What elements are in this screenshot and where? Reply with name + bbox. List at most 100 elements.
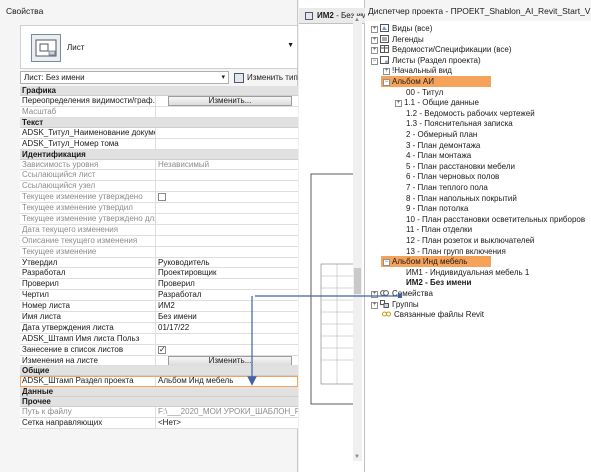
vertical-scrollbar[interactable]: ▲ ▼ (353, 16, 362, 461)
tree-node[interactable]: + Группы (371, 299, 419, 310)
property-row[interactable]: Занесение в список листов (20, 344, 298, 356)
tree-node[interactable]: 11 - План отделки (395, 224, 472, 235)
property-value[interactable] (156, 334, 298, 344)
property-row[interactable]: Текущее изменение утверждено (20, 192, 298, 204)
tree-node[interactable]: + Семейства (371, 288, 433, 299)
collapse-icon[interactable]: − (383, 259, 390, 267)
property-row[interactable]: Проверил Проверил (20, 279, 298, 291)
property-row[interactable]: Разработал Проектировщик (20, 268, 298, 280)
property-value (156, 225, 298, 235)
property-row[interactable]: Зависимость уровня Независимый (20, 159, 298, 171)
property-group-header[interactable]: Данные (20, 387, 298, 398)
tree-node[interactable]: 10 - План расстановки осветительных приб… (395, 214, 585, 225)
property-value[interactable]: Проектировщик (156, 268, 298, 278)
property-value[interactable]: Альбом Инд мебель (156, 376, 298, 386)
property-name: Изменения на листе (20, 355, 156, 366)
property-row[interactable]: ADSK_Штамп Раздел проекта Альбом Инд мебе… (20, 376, 298, 388)
expand-icon[interactable]: + (371, 36, 378, 44)
scroll-up-icon[interactable]: ▲ (354, 17, 360, 23)
property-name: Дата утверждения листа (20, 322, 156, 333)
tree-node[interactable]: +1.1 - Общие данные (395, 97, 479, 108)
property-row[interactable]: Текущее изменение утверждено для (20, 214, 298, 225)
tree-node[interactable]: Связанные файлы Revit (371, 309, 484, 320)
tree-node[interactable]: 1.3 - Пояснительная записка (395, 118, 513, 129)
tree-node[interactable]: + Легенды (371, 34, 424, 45)
property-row[interactable]: Описание текущего изменения (20, 235, 298, 247)
tree-node[interactable]: 6 - План черновых полов (395, 171, 499, 182)
property-group-header[interactable]: Графика (20, 86, 298, 96)
property-row[interactable]: Ссылающийся лист (20, 170, 298, 182)
expand-icon[interactable]: + (371, 301, 378, 309)
tree-node[interactable]: + Ведомости/Спецификации (все) (371, 44, 512, 55)
scroll-thumb[interactable] (354, 268, 361, 294)
property-row[interactable]: Дата текущего изменения (20, 224, 298, 236)
edit-type-button[interactable]: Изменить тип (234, 72, 298, 83)
tree-node[interactable]: 1.2 - Ведомость рабочих чертежей (395, 108, 535, 119)
expand-icon[interactable]: + (371, 291, 378, 298)
property-row[interactable]: Имя листа Без имени (20, 312, 298, 323)
property-row[interactable]: Переопределения видимости/граф... Изменит… (20, 96, 298, 107)
chevron-down-icon[interactable]: ▼ (287, 42, 294, 49)
property-value[interactable] (156, 128, 298, 138)
property-group-header[interactable]: Общие (20, 366, 298, 377)
tree-node[interactable]: − Листы (Раздел проекта) (371, 55, 481, 66)
property-row[interactable]: ADSK_Титул_Номер тома (20, 138, 298, 150)
property-row[interactable]: Чертил Разработал (20, 290, 298, 302)
sheets-icon (380, 55, 389, 64)
property-group-header[interactable]: Текст (20, 117, 298, 128)
tree-node[interactable]: 9 - План потолка (395, 203, 468, 214)
tree-node[interactable]: ИМ2 - Без имени (395, 277, 471, 288)
expand-icon[interactable]: + (371, 26, 378, 33)
property-row[interactable]: Утвердил Руководитель (20, 257, 298, 269)
property-row[interactable]: ADSK_Штамп Имя листа Польз (20, 333, 298, 345)
property-value[interactable]: Руководитель (156, 258, 298, 268)
tree-node[interactable]: − Альбом АИ (383, 76, 434, 87)
property-value[interactable] (156, 139, 298, 149)
scroll-down-icon[interactable]: ▼ (354, 454, 360, 460)
collapse-icon[interactable]: − (371, 57, 378, 65)
property-row[interactable]: Путь к файлу F:\___2020_МОИ УРОКИ_ШАБЛОН_… (20, 407, 298, 419)
collapse-icon[interactable]: − (383, 79, 390, 86)
property-row[interactable]: Масштаб (20, 106, 298, 118)
property-group-header[interactable]: Идентификация (20, 149, 298, 160)
expand-icon[interactable]: + (371, 47, 378, 55)
tree-node[interactable]: + Виды (все) (371, 23, 432, 34)
property-checkbox (158, 193, 166, 202)
property-row[interactable]: Номер листа ИМ2 (20, 301, 298, 313)
tree-node[interactable]: 5 - План расстановки мебели (395, 161, 515, 172)
tree-node[interactable]: 3 - План демонтажа (395, 140, 480, 151)
property-row[interactable]: Ссылающийся узел (20, 181, 298, 193)
tree-node[interactable]: + !Начальный вид (383, 65, 452, 76)
property-value[interactable]: Проверил (156, 279, 298, 289)
property-row[interactable]: Дата утверждения листа 01/17/22 (20, 322, 298, 334)
tree-node[interactable]: ИМ1 - Индивидуальная мебель 1 (395, 267, 529, 278)
property-value[interactable]: <Нет> (156, 418, 298, 428)
tree-node-label: 1.1 - Общие данные (404, 98, 479, 108)
property-row[interactable]: Текущее изменение утвердил (20, 203, 298, 215)
property-row[interactable]: Текущее изменение (20, 246, 298, 258)
property-value[interactable]: Разработал (156, 290, 298, 300)
expand-icon[interactable]: + (383, 68, 390, 76)
expand-icon[interactable]: + (395, 100, 402, 108)
property-checkbox[interactable] (158, 345, 166, 355)
tree-node[interactable]: 13 - План групп включения (395, 246, 506, 257)
property-row[interactable]: ADSK_Титул_Наименование докуме... (20, 127, 298, 139)
tree-node[interactable]: 7 - План теплого пола (395, 182, 488, 193)
property-row[interactable]: Изменения на листе Изменить... (20, 355, 298, 367)
drawing-view[interactable]: ИМ2 - Без имени ▲ ▼ (299, 0, 380, 472)
instance-filter-dropdown[interactable]: Лист: Без имени ▾ (20, 71, 229, 84)
property-value[interactable]: Без имени (156, 312, 298, 322)
tree-node[interactable]: 4 - План монтажа (395, 150, 471, 161)
tree-node[interactable]: 2 - Обмерный план (395, 129, 477, 140)
property-value[interactable]: ИМ2 (156, 301, 298, 311)
property-row[interactable]: Сетка направляющих <Нет> (20, 418, 298, 430)
edit-button[interactable]: Изменить... (168, 96, 292, 106)
tree-node[interactable]: 00 - Титул (395, 87, 443, 98)
edit-button[interactable]: Изменить... (168, 355, 292, 366)
tree-node[interactable]: − Альбом Инд мебель (383, 256, 467, 267)
property-value[interactable]: 01/17/22 (156, 323, 298, 333)
tree-node[interactable]: 12 - План розеток и выключателей (395, 235, 534, 246)
type-selector[interactable]: Лист ▼ (20, 25, 298, 69)
property-group-header[interactable]: Прочее (20, 397, 298, 408)
tree-node[interactable]: 8 - План напольных покрытий (395, 193, 517, 204)
